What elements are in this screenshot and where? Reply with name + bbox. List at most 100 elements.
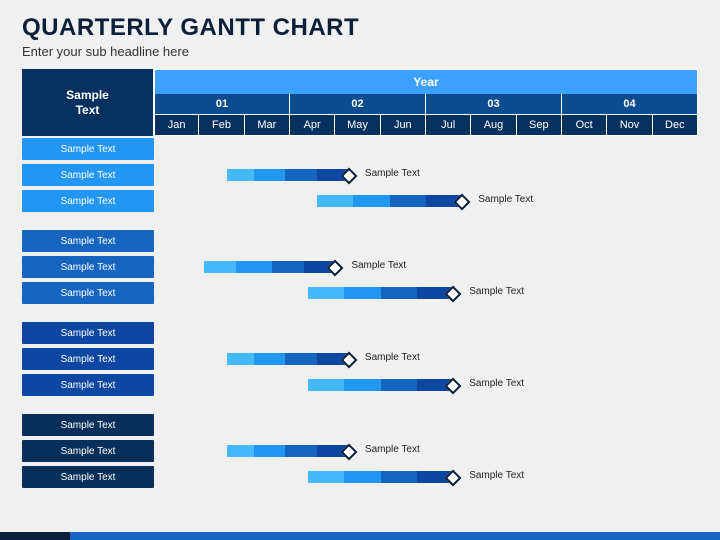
- timeline-row: Sample Text: [154, 440, 698, 462]
- bar-segment: [308, 379, 344, 391]
- timeline-row: Sample Text: [154, 466, 698, 488]
- bar-label: Sample Text: [469, 378, 524, 389]
- task-group: Sample Text Sample Text Sample Text: [22, 230, 154, 308]
- gantt-bar: [317, 195, 462, 207]
- timeline-row: Sample Text: [154, 256, 698, 278]
- month-cell: Oct: [562, 115, 607, 136]
- task-label: Sample Text: [22, 440, 154, 462]
- bar-label: Sample Text: [351, 260, 406, 271]
- timeline-row: [154, 230, 698, 252]
- bar-segment: [390, 195, 426, 207]
- bar-segment: [254, 169, 286, 181]
- bar-segment: [344, 379, 380, 391]
- bar-segment: [317, 195, 353, 207]
- task-row: Sample Text: [22, 440, 154, 462]
- bar-segment: [254, 353, 286, 365]
- bar-segment: [381, 471, 417, 483]
- bar-label: Sample Text: [365, 168, 420, 179]
- task-label: Sample Text: [22, 348, 154, 370]
- task-row: Sample Text: [22, 256, 154, 278]
- month-cell: Nov: [607, 115, 652, 136]
- bar-segment: [353, 195, 389, 207]
- task-row: Sample Text: [22, 374, 154, 396]
- bar-segment: [308, 287, 344, 299]
- task-label: Sample Text: [22, 466, 154, 488]
- bar-segment: [285, 169, 317, 181]
- task-group: Sample Text Sample Text Sample Text: [22, 414, 154, 492]
- bar-segment: [308, 471, 344, 483]
- task-row: Sample Text: [22, 282, 154, 304]
- bar-label: Sample Text: [469, 286, 524, 297]
- month-cell: Sep: [517, 115, 562, 136]
- row-header-box: Sample Text: [22, 69, 154, 136]
- task-label: Sample Text: [22, 138, 154, 160]
- bar-segment: [204, 261, 236, 273]
- month-row: JanFebMarAprMayJunJulAugSepOctNovDec: [154, 115, 698, 136]
- bar-segment: [344, 471, 380, 483]
- task-group: Sample Text Sample Text Sample Text: [22, 322, 154, 400]
- month-cell: Apr: [290, 115, 335, 136]
- bar-segment: [227, 353, 254, 365]
- bar-segment: [381, 379, 417, 391]
- task-row: Sample Text: [22, 190, 154, 212]
- task-row: Sample Text: [22, 466, 154, 488]
- task-row: Sample Text: [22, 230, 154, 252]
- gantt-chart: Sample Text Year 01020304 JanFebMarAprMa…: [0, 69, 720, 506]
- task-label: Sample Text: [22, 322, 154, 344]
- bar-segment: [227, 445, 254, 457]
- task-row: Sample Text: [22, 414, 154, 436]
- month-cell: Dec: [653, 115, 698, 136]
- month-cell: Jun: [381, 115, 426, 136]
- month-cell: Mar: [245, 115, 290, 136]
- bar-label: Sample Text: [365, 444, 420, 455]
- task-group: Sample Text Sample Text Sample Text: [22, 138, 154, 216]
- gantt-bar: [308, 471, 453, 483]
- task-row: Sample Text: [22, 164, 154, 186]
- row-header-label: Sample Text: [66, 88, 109, 117]
- task-label: Sample Text: [22, 282, 154, 304]
- task-label: Sample Text: [22, 256, 154, 278]
- gantt-bar: [204, 261, 335, 273]
- task-label: Sample Text: [22, 164, 154, 186]
- task-row: Sample Text: [22, 348, 154, 370]
- timeline-row: [154, 322, 698, 344]
- task-labels-column: Sample TextSample TextSample TextSample …: [22, 138, 154, 506]
- bar-group: Sample Text Sample Text: [154, 414, 698, 492]
- month-cell: Aug: [471, 115, 516, 136]
- gantt-bar: [227, 169, 349, 181]
- bar-label: Sample Text: [469, 470, 524, 481]
- task-label: Sample Text: [22, 374, 154, 396]
- bar-label: Sample Text: [478, 194, 533, 205]
- timeline-row: Sample Text: [154, 374, 698, 396]
- page-subtitle: Enter your sub headline here: [22, 44, 698, 59]
- year-row: Year: [154, 69, 698, 94]
- timeline-bars-column: Sample TextSample TextSample TextSample …: [154, 138, 698, 506]
- bar-segment: [344, 287, 380, 299]
- month-cell: Jul: [426, 115, 471, 136]
- gantt-bar: [227, 445, 349, 457]
- timeline-row: Sample Text: [154, 348, 698, 370]
- gantt-body: Sample TextSample TextSample TextSample …: [22, 138, 698, 506]
- page-title: QUARTERLY GANTT CHART: [22, 14, 698, 42]
- bar-segment: [236, 261, 272, 273]
- timeline-row: Sample Text: [154, 164, 698, 186]
- bar-segment: [285, 445, 317, 457]
- bar-group: Sample Text Sample Text: [154, 138, 698, 216]
- bar-segment: [381, 287, 417, 299]
- task-label: Sample Text: [22, 414, 154, 436]
- bar-group: Sample Text Sample Text: [154, 230, 698, 308]
- month-cell: Feb: [199, 115, 244, 136]
- quarter-cell: 04: [562, 94, 698, 115]
- month-cell: May: [335, 115, 380, 136]
- quarter-cell: 03: [426, 94, 562, 115]
- timeline-row: [154, 414, 698, 436]
- timeline-header: Sample Text Year 01020304 JanFebMarAprMa…: [22, 69, 698, 136]
- timeline-row: Sample Text: [154, 190, 698, 212]
- page-header: QUARTERLY GANTT CHART Enter your sub hea…: [0, 0, 720, 69]
- month-cell: Jan: [154, 115, 199, 136]
- bar-segment: [254, 445, 286, 457]
- bar-group: Sample Text Sample Text: [154, 322, 698, 400]
- footer-band: [0, 532, 720, 540]
- bar-segment: [272, 261, 304, 273]
- timeline-row: Sample Text: [154, 282, 698, 304]
